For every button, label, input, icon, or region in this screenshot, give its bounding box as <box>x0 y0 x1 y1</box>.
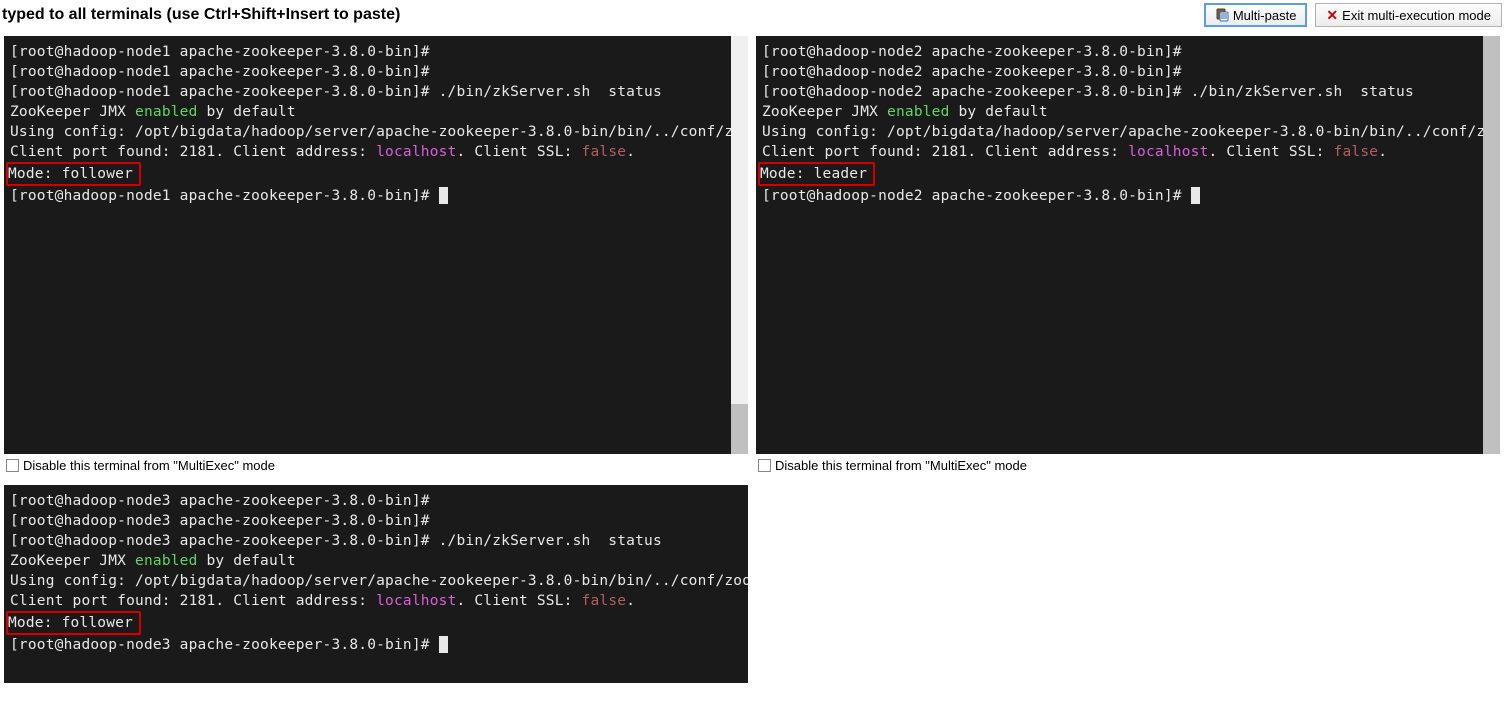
scrollbar[interactable] <box>731 36 748 454</box>
mode-highlight: Mode: follower <box>6 611 141 635</box>
scrollbar[interactable] <box>1483 36 1500 454</box>
multi-paste-button[interactable]: Multi-paste <box>1204 3 1308 27</box>
terminal-panel: [root@hadoop-node2 apache-zookeeper-3.8.… <box>752 30 1504 479</box>
terminal-cursor <box>439 636 448 653</box>
disable-terminal-label: Disable this terminal from "MultiExec" m… <box>23 458 275 473</box>
terminal-output[interactable]: [root@hadoop-node2 apache-zookeeper-3.8.… <box>756 36 1500 454</box>
terminal-panel: [root@hadoop-node1 apache-zookeeper-3.8.… <box>0 30 752 479</box>
terminal-footer: Disable this terminal from "MultiExec" m… <box>4 454 748 477</box>
terminals-grid: [root@hadoop-node1 apache-zookeeper-3.8.… <box>0 30 1504 685</box>
mode-highlight: Mode: follower <box>6 162 141 186</box>
header-title: typed to all terminals (use Ctrl+Shift+I… <box>2 6 1196 24</box>
header-bar: typed to all terminals (use Ctrl+Shift+I… <box>0 0 1504 30</box>
disable-terminal-label: Disable this terminal from "MultiExec" m… <box>775 458 1027 473</box>
terminal-output[interactable]: [root@hadoop-node1 apache-zookeeper-3.8.… <box>4 36 748 454</box>
mode-highlight: Mode: leader <box>758 162 875 186</box>
exit-multiexec-button[interactable]: ✕ Exit multi-execution mode <box>1315 3 1502 27</box>
terminal-cursor <box>439 187 448 204</box>
terminal-footer: Disable this terminal from "MultiExec" m… <box>756 454 1500 477</box>
disable-terminal-checkbox[interactable] <box>758 459 771 472</box>
disable-terminal-checkbox[interactable] <box>6 459 19 472</box>
paste-icon <box>1215 8 1229 22</box>
scroll-thumb[interactable] <box>1483 36 1500 454</box>
terminal-cursor <box>1191 187 1200 204</box>
terminal-panel: [root@hadoop-node3 apache-zookeeper-3.8.… <box>0 479 752 685</box>
close-icon: ✕ <box>1326 7 1338 24</box>
scroll-thumb[interactable] <box>731 404 748 454</box>
multi-paste-label: Multi-paste <box>1233 8 1297 23</box>
terminal-output[interactable]: [root@hadoop-node3 apache-zookeeper-3.8.… <box>4 485 748 683</box>
exit-label: Exit multi-execution mode <box>1342 8 1491 23</box>
